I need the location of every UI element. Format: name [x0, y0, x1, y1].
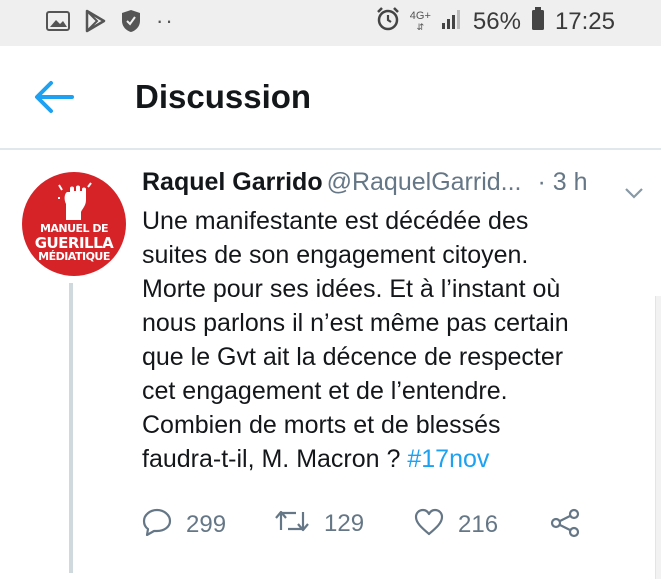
tweet-text-line: cet engagement et de l’entendre. — [142, 377, 508, 405]
like-button[interactable]: 216 — [414, 508, 498, 541]
tweet-text-line-last: faudra-t-il, M. Macron ? #17nov — [142, 442, 642, 476]
status-bar-notifications: ·· — [46, 7, 175, 38]
thread-connector — [69, 283, 73, 573]
signal-icon — [441, 8, 463, 35]
tweet-text-line: que le Gvt ait la décence de respecter — [142, 343, 564, 371]
scrollbar[interactable] — [655, 296, 661, 579]
tweet-timestamp[interactable]: · 3 h — [538, 168, 588, 196]
reply-button[interactable]: 299 — [142, 508, 226, 541]
author-name[interactable]: Raquel Garrido — [142, 168, 323, 196]
status-bar: ·· 4G+ ⇵ 56% 17:25 — [0, 0, 661, 46]
tweet-text: Une manifestante est décédée des suites … — [142, 204, 642, 476]
gallery-icon — [46, 10, 70, 37]
avatar[interactable]: MANUEL DE GUERILLA MÉDIATIQUE — [22, 172, 126, 276]
chevron-down-icon[interactable] — [624, 178, 644, 207]
more-dots-icon: ·· — [156, 7, 175, 33]
avatar-text-line: MÉDIATIQUE — [38, 250, 110, 263]
raised-fist-icon — [58, 182, 92, 220]
tweet[interactable]: MANUEL DE GUERILLA MÉDIATIQUE Raquel Gar… — [0, 150, 661, 579]
app-bar: Discussion — [0, 46, 661, 150]
back-button[interactable] — [32, 79, 76, 115]
hashtag-link[interactable]: #17nov — [407, 445, 489, 473]
network-indicator: 4G+ ⇵ — [409, 9, 431, 32]
battery-icon — [531, 7, 545, 36]
page-title: Discussion — [135, 78, 312, 115]
tweet-text-fragment: faudra-t-il, M. Macron ? — [142, 445, 401, 473]
retweet-count: 129 — [324, 509, 365, 537]
tweet-text-line: Une manifestante est décédée des — [142, 207, 529, 235]
like-count: 216 — [458, 510, 499, 538]
clock: 17:25 — [554, 7, 615, 35]
author-handle[interactable]: @RaquelGarrid... — [327, 168, 522, 196]
heart-icon — [414, 508, 444, 541]
network-type-label: 4G+ — [409, 9, 431, 22]
retweet-button[interactable]: 129 — [274, 508, 364, 539]
share-icon — [550, 508, 580, 543]
tweet-text-line: Morte pour ses idées. Et à l’instant où — [142, 275, 561, 303]
play-store-icon — [84, 9, 106, 38]
shield-icon — [120, 9, 142, 38]
tweet-text-line: Combien de morts et de blessés — [142, 411, 501, 439]
tweet-header: Raquel Garrido @RaquelGarrid... · 3 h — [142, 168, 644, 207]
tweet-text-line: suites de son engagement citoyen. — [142, 241, 529, 269]
tweet-actions: 299 129 216 — [142, 508, 622, 548]
battery-percent: 56% — [472, 7, 521, 35]
back-arrow-icon — [32, 81, 76, 119]
share-button[interactable] — [550, 508, 580, 543]
status-bar-system: 4G+ ⇵ 56% 17:25 — [376, 6, 615, 37]
reply-count: 299 — [186, 510, 227, 538]
reply-icon — [142, 508, 172, 541]
tweet-text-line: nous parlons il n’est même pas certain — [142, 309, 569, 337]
alarm-icon — [376, 6, 400, 37]
retweet-icon — [274, 508, 310, 539]
